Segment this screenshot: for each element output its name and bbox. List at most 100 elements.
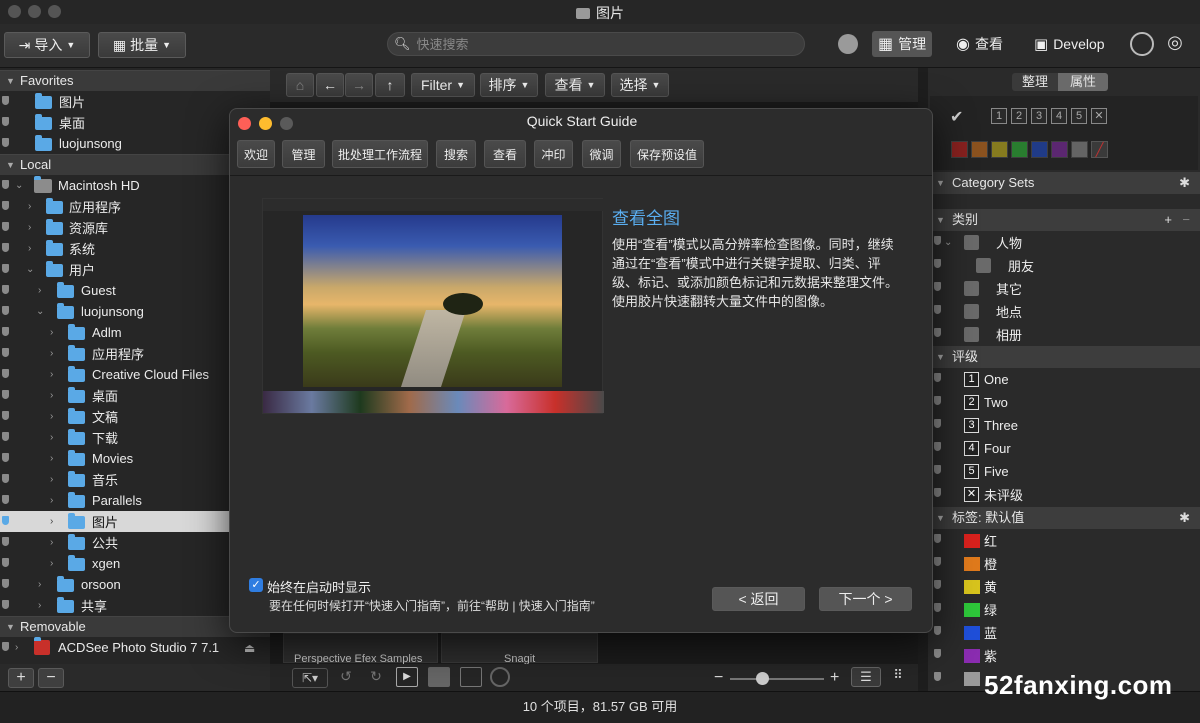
import-button[interactable]: ⇥ 导入 ▼ xyxy=(4,32,90,58)
checkbox[interactable] xyxy=(964,281,979,296)
color-label-row[interactable]: 红 xyxy=(928,529,1200,552)
quick-color-button[interactable] xyxy=(1051,141,1068,158)
batch-icon: ▦ xyxy=(112,36,127,53)
tab-search[interactable]: 搜索 xyxy=(436,140,476,168)
rating-row[interactable]: 5 Five xyxy=(928,460,1200,483)
tab-manage[interactable]: 管理 xyxy=(282,140,325,168)
view-button[interactable]: 查看 ▼ xyxy=(545,73,605,97)
zoom-in-icon[interactable]: + xyxy=(830,669,839,687)
checkbox[interactable] xyxy=(964,327,979,342)
frame-icon[interactable] xyxy=(460,667,482,687)
tree-item-selected[interactable]: › 图片 xyxy=(0,511,230,532)
color-label-row[interactable]: 橙 xyxy=(928,552,1200,575)
quick-color-button[interactable] xyxy=(951,141,968,158)
forward-button[interactable]: → xyxy=(345,73,373,97)
filter-button[interactable]: Filter ▼ xyxy=(411,73,475,97)
quick-color-button[interactable] xyxy=(1011,141,1028,158)
search-input[interactable] xyxy=(416,36,777,52)
quick-rating-button[interactable]: 5 xyxy=(1071,108,1087,124)
rating-row[interactable]: 3 Three xyxy=(928,414,1200,437)
thumbnail-cell[interactable]: Perspective Efex Samples xyxy=(283,633,438,665)
remove-folder-button[interactable]: − xyxy=(38,668,64,688)
favorites-header[interactable]: ▼ Favorites xyxy=(0,70,270,91)
checkmark-icon[interactable]: ✔ xyxy=(950,107,970,126)
color-label-row[interactable]: 蓝 xyxy=(928,621,1200,644)
color-label-row[interactable]: 黄 xyxy=(928,575,1200,598)
favorite-item-pictures[interactable]: 图片 xyxy=(0,91,270,112)
color-label-row[interactable]: 绿 xyxy=(928,598,1200,621)
tab-tweak[interactable]: 微调 xyxy=(582,140,621,168)
rating-row[interactable]: 2 Two xyxy=(928,391,1200,414)
thumbnail-cell[interactable]: Snagit xyxy=(441,633,598,665)
add-icon[interactable]: + xyxy=(1164,209,1172,231)
batch-button[interactable]: ▦ 批量 ▼ xyxy=(98,32,186,58)
category-row[interactable]: 相册 xyxy=(928,323,1200,346)
next-button[interactable]: 下一个 > xyxy=(819,587,912,611)
tab-print[interactable]: 冲印 xyxy=(534,140,573,168)
365-icon[interactable] xyxy=(1130,32,1154,56)
quick-rating-button[interactable]: 1 xyxy=(991,108,1007,124)
rating-row[interactable]: ✕ 未评级 xyxy=(928,483,1200,506)
show-at-startup-checkbox[interactable]: ✓ xyxy=(249,578,263,592)
eject-icon[interactable]: ⏏ xyxy=(244,641,255,655)
manage-mode-button[interactable]: ▦ 管理 xyxy=(872,31,933,57)
zoom-out-icon[interactable]: − xyxy=(714,669,723,687)
quick-rating-button[interactable]: 3 xyxy=(1031,108,1047,124)
back-button[interactable]: ← xyxy=(316,73,344,97)
quick-rating-button[interactable]: ✕ xyxy=(1091,108,1107,124)
tab-welcome[interactable]: 欢迎 xyxy=(237,140,275,168)
color-label-row[interactable]: 紫 xyxy=(928,644,1200,667)
ratings-header[interactable]: ▼ 评级 xyxy=(928,346,1200,368)
rating-row[interactable]: 4 Four xyxy=(928,437,1200,460)
category-row[interactable]: 朋友 xyxy=(928,254,1200,277)
slideshow-icon[interactable]: ▶ xyxy=(396,667,418,687)
up-button[interactable]: ↑ xyxy=(375,73,405,97)
quick-color-button[interactable] xyxy=(971,141,988,158)
account-icon[interactable] xyxy=(838,34,858,54)
photo-icon[interactable] xyxy=(428,667,450,687)
grid-view-icon[interactable]: ⠿ xyxy=(886,667,910,687)
rating-row[interactable]: 1 One xyxy=(928,368,1200,391)
zoom-slider[interactable] xyxy=(730,678,824,680)
settings-icon[interactable] xyxy=(490,667,510,687)
category-row[interactable]: ⌄ 人物 xyxy=(928,231,1200,254)
category-row[interactable]: 其它 xyxy=(928,277,1200,300)
sort-button[interactable]: 排序 ▼ xyxy=(480,73,538,97)
quick-color-button[interactable] xyxy=(991,141,1008,158)
tab-save-presets[interactable]: 保存预设值 xyxy=(630,140,704,168)
quick-rating-button[interactable]: 2 xyxy=(1011,108,1027,124)
rotate-right-icon[interactable]: ↻ xyxy=(364,668,388,688)
home-button[interactable]: ⌂ xyxy=(286,73,314,97)
quick-color-button[interactable] xyxy=(1031,141,1048,158)
minus-icon[interactable]: − xyxy=(1182,209,1190,231)
categories-header[interactable]: ▼ 类别 + − xyxy=(928,209,1200,231)
pin-icon xyxy=(934,649,941,658)
checkbox[interactable] xyxy=(964,304,979,319)
zoom-slider-thumb[interactable] xyxy=(756,672,769,685)
quick-rating-button[interactable]: 4 xyxy=(1051,108,1067,124)
sync-eye-icon[interactable]: ◎ xyxy=(1162,32,1188,56)
tab-properties[interactable]: 属性 xyxy=(1058,73,1108,91)
category-row[interactable]: 地点 xyxy=(928,300,1200,323)
search-field[interactable]: 🔍︎ xyxy=(387,32,805,56)
back-button[interactable]: < 返回 xyxy=(712,587,805,611)
category-sets-header[interactable]: ▼ Category Sets ✱ xyxy=(928,172,1200,194)
tab-batch-workflow[interactable]: 批处理工作流程 xyxy=(332,140,428,168)
view-mode-button[interactable]: ◉ 查看 xyxy=(950,31,1009,57)
share-button[interactable]: ⇱▾ xyxy=(292,668,328,688)
tab-view[interactable]: 查看 xyxy=(484,140,526,168)
quick-color-button[interactable] xyxy=(1071,141,1088,158)
select-button[interactable]: 选择 ▼ xyxy=(611,73,669,97)
add-folder-button[interactable]: + xyxy=(8,668,34,688)
checkbox[interactable] xyxy=(964,235,979,250)
labels-header[interactable]: ▼ 标签: 默认值 ✱ xyxy=(928,507,1200,529)
tree-item[interactable]: › ACDSee Photo Studio 7 7.1 ⏏ xyxy=(0,637,270,658)
rotate-left-icon[interactable]: ↺ xyxy=(334,668,358,688)
develop-mode-button[interactable]: ▣ Develop xyxy=(1028,31,1111,57)
list-view-icon[interactable]: ☰ xyxy=(851,667,881,687)
tab-organize[interactable]: 整理 xyxy=(1012,73,1058,91)
checkbox[interactable] xyxy=(976,258,991,273)
gear-icon[interactable]: ✱ xyxy=(1179,172,1190,194)
gear-icon[interactable]: ✱ xyxy=(1179,507,1190,529)
clear-color-icon[interactable]: ╱ xyxy=(1091,141,1108,158)
